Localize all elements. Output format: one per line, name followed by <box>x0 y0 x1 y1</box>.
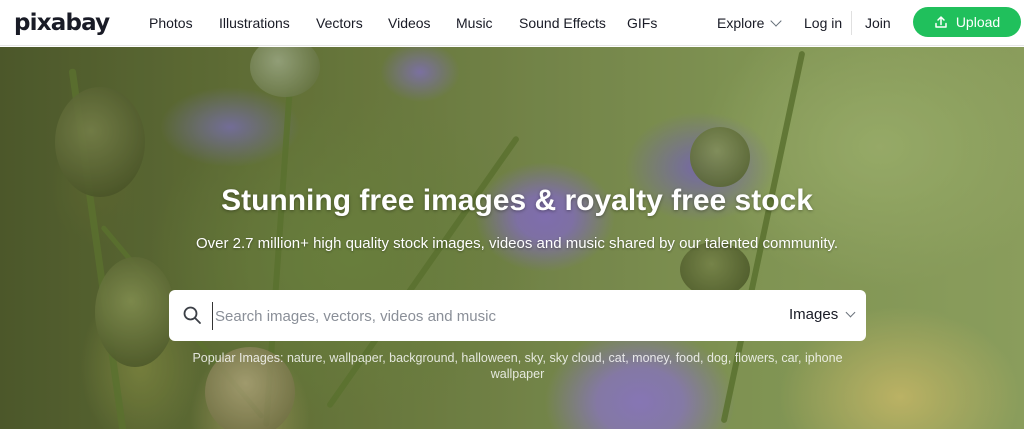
popular-term[interactable]: money <box>632 351 669 365</box>
chevron-down-icon <box>845 307 856 318</box>
popular-term[interactable]: food <box>676 351 700 365</box>
media-type-label: Images <box>789 306 839 323</box>
popular-term[interactable]: sky <box>525 351 543 365</box>
upload-icon <box>935 16 947 28</box>
popular-term[interactable]: cat <box>609 351 626 365</box>
popular-searches: Popular Images: nature, wallpaper, backg… <box>192 351 843 381</box>
nav-illustrations[interactable]: Illustrations <box>219 15 290 31</box>
nav-gifs[interactable]: GIFs <box>627 15 657 31</box>
nav-divider <box>851 11 852 35</box>
upload-button[interactable]: Upload <box>913 7 1021 37</box>
nav-videos[interactable]: Videos <box>388 15 431 31</box>
popular-term[interactable]: halloween <box>461 351 517 365</box>
chevron-down-icon <box>770 15 783 27</box>
popular-prefix: Popular Images: <box>192 351 284 365</box>
search-input[interactable] <box>212 302 767 330</box>
join-link[interactable]: Join <box>865 15 891 31</box>
popular-term[interactable]: flowers <box>735 351 775 365</box>
popular-term[interactable]: dog <box>707 351 728 365</box>
popular-term[interactable]: background <box>389 351 454 365</box>
nav-vectors[interactable]: Vectors <box>316 15 363 31</box>
popular-term[interactable]: wallpaper <box>329 351 382 365</box>
hero-banner: Stunning free images & royalty free stoc… <box>0 47 1024 429</box>
explore-menu[interactable]: Explore <box>717 15 783 31</box>
nav-photos[interactable]: Photos <box>149 15 193 31</box>
explore-label: Explore <box>717 15 765 31</box>
search-icon[interactable] <box>182 305 202 325</box>
upload-label: Upload <box>955 14 1001 30</box>
pixabay-logo[interactable]: pixabay <box>14 10 110 36</box>
media-type-select[interactable]: Images <box>789 306 856 323</box>
search-bar: Images <box>169 290 866 341</box>
popular-term[interactable]: nature <box>287 351 322 365</box>
hero-subtitle: Over 2.7 million+ high quality stock ima… <box>195 235 839 252</box>
nav-music[interactable]: Music <box>456 15 493 31</box>
site-header: pixabay Photos Illustrations Vectors Vid… <box>0 0 1024 46</box>
hero-title: Stunning free images & royalty free stoc… <box>221 184 813 217</box>
popular-term[interactable]: car <box>781 351 798 365</box>
login-link[interactable]: Log in <box>804 15 842 31</box>
popular-term[interactable]: sky cloud <box>549 351 601 365</box>
nav-sound-effects[interactable]: Sound Effects <box>519 15 606 31</box>
